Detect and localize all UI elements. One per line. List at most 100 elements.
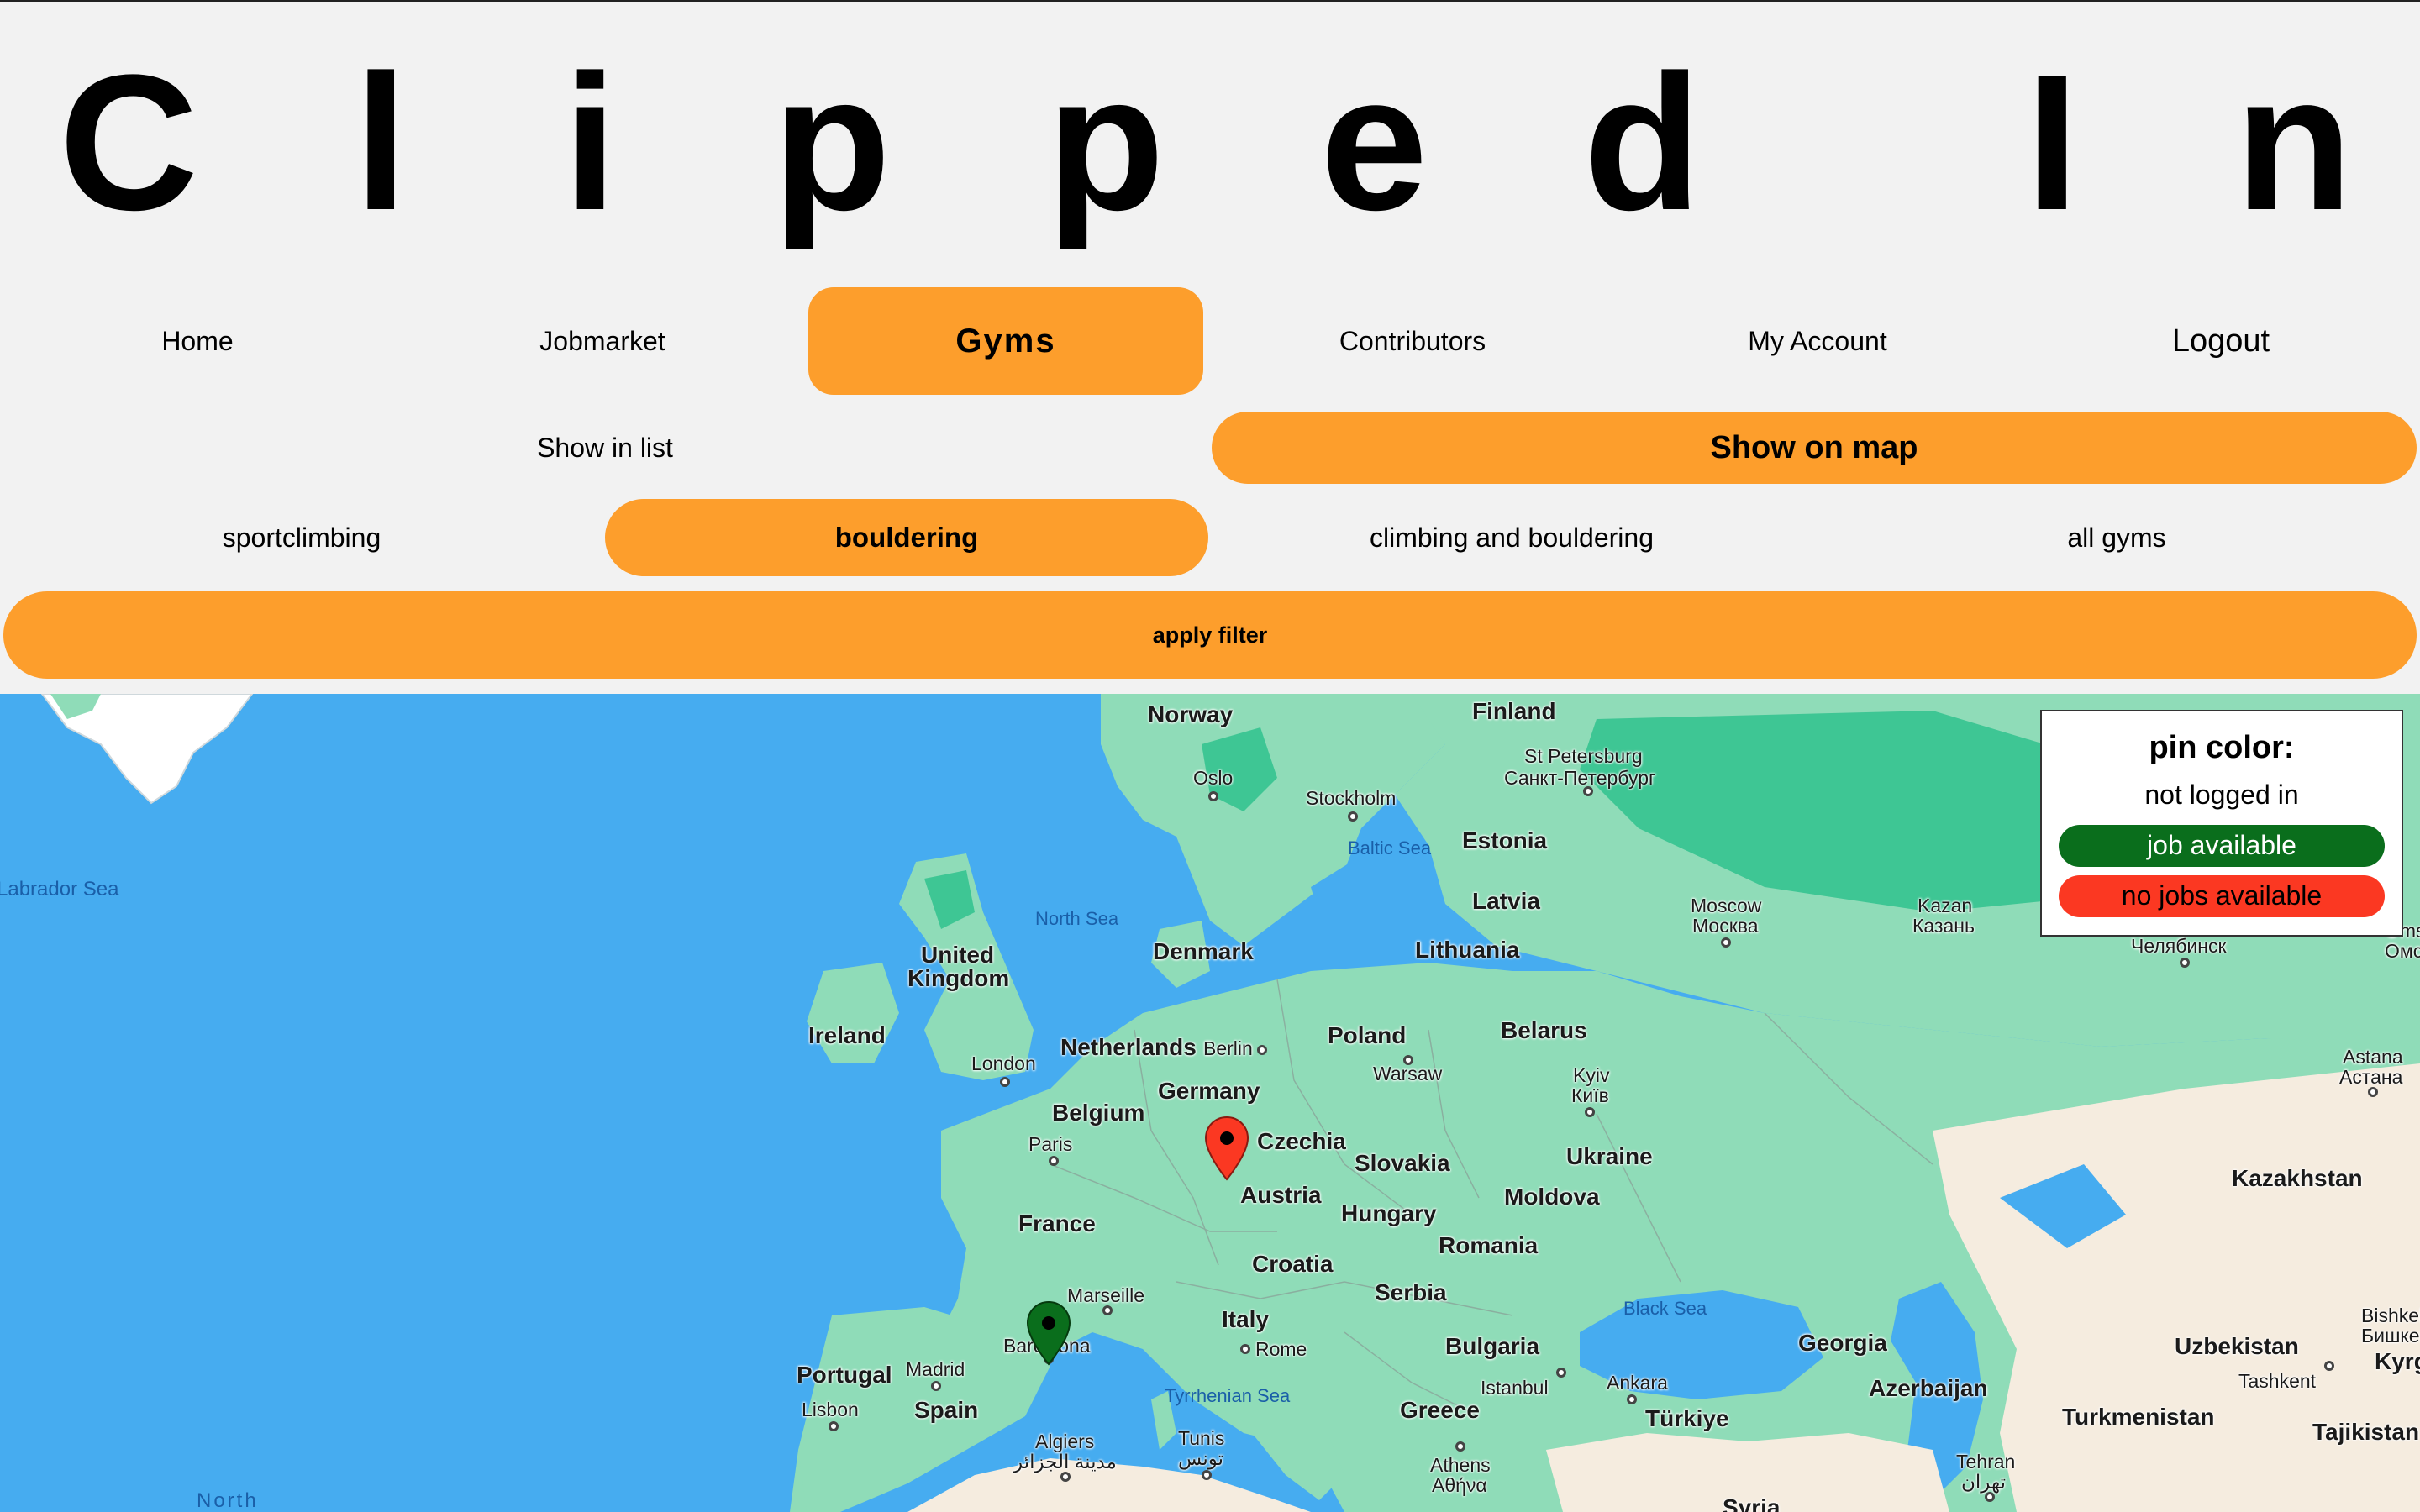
map-label-norway: Norway: [1148, 701, 1234, 727]
city-dot-tashkent: [2324, 1361, 2334, 1371]
map-label-lithuania: Lithuania: [1415, 937, 1520, 963]
city-dot-lisbon: [829, 1421, 839, 1431]
title-letter: I: [2025, 34, 2080, 250]
map-label-lisbon: Lisbon: [802, 1399, 859, 1420]
city-dot-chelyabinsk: [2180, 958, 2190, 968]
city-dot-istanbul: [1556, 1368, 1566, 1378]
filter-sportclimbing[interactable]: sportclimbing: [0, 499, 603, 576]
map-label-kazan: Kazan: [1918, 895, 1973, 916]
map-label-finland: Finland: [1472, 698, 1556, 724]
map-label-bulgaria: Bulgaria: [1445, 1333, 1540, 1359]
title-letter: i: [563, 34, 618, 250]
map-label-moldova: Moldova: [1504, 1184, 1600, 1210]
city-dot-stockholm: [1348, 811, 1358, 822]
city-dot-oslo: [1208, 791, 1218, 801]
map-label-paris: Paris: [1028, 1133, 1073, 1155]
map-label-istanbul: Istanbul: [1481, 1377, 1549, 1399]
map-label-spain: Spain: [914, 1397, 979, 1423]
legend-not-logged-in: not logged in: [2144, 780, 2299, 810]
map-label-tashkent: Tashkent: [2238, 1370, 2317, 1392]
map-label-italy: Italy: [1222, 1306, 1270, 1332]
map-label-baltic-sea: Baltic Sea: [1348, 837, 1432, 858]
map-label-portugal: Portugal: [797, 1362, 892, 1388]
show-in-list-button[interactable]: Show in list: [0, 412, 1210, 484]
map-label-austria: Austria: [1240, 1182, 1322, 1208]
title-letter: p: [772, 34, 892, 250]
map-label-uzbekistan: Uzbekistan: [2175, 1333, 2299, 1359]
map-label-labrador-sea: Labrador Sea: [0, 878, 119, 900]
map-label-kazakhstan: Kazakhstan: [2232, 1165, 2363, 1191]
pin-color-legend: pin color: not logged in job available n…: [2040, 710, 2403, 937]
map-label-madrid: Madrid: [906, 1358, 965, 1380]
pin-bouldering-gym-barcelona[interactable]: [1025, 1300, 1072, 1366]
map-label-slovakia: Slovakia: [1355, 1150, 1450, 1176]
filter-all-gyms[interactable]: all gyms: [1815, 499, 2418, 576]
map-label-stockholm: Stockholm: [1306, 787, 1397, 809]
map-label-st-petersburg: St Petersburg: [1524, 745, 1643, 767]
nav-gyms[interactable]: Gyms: [808, 287, 1203, 395]
city-dot-marseille: [1102, 1305, 1113, 1315]
city-dot-tunis: [1202, 1470, 1212, 1480]
city-dot-rome: [1240, 1344, 1250, 1354]
map-label-st-petersburg-ru: Санкт-Петербург: [1504, 767, 1656, 789]
map-label-tehran: Tehran: [1956, 1451, 2016, 1473]
map-label-belarus: Belarus: [1501, 1017, 1587, 1043]
map-label-marseille: Marseille: [1067, 1284, 1145, 1306]
city-dot-algiers: [1060, 1472, 1071, 1482]
map-label-oslo: Oslo: [1193, 767, 1234, 789]
map-label-serbia: Serbia: [1375, 1279, 1447, 1305]
title-letter: d: [1583, 34, 1702, 250]
map-label-kyrgyzstan: Kyrg: [2375, 1348, 2420, 1374]
show-on-map-button[interactable]: Show on map: [1212, 412, 2417, 484]
map-label-rome: Rome: [1255, 1338, 1307, 1360]
title-letter: C: [59, 34, 199, 250]
nav-my-account[interactable]: My Account: [1620, 287, 2015, 395]
legend-title: pin color:: [2149, 730, 2295, 765]
map-label-united-kingdom-line2: Kingdom: [908, 965, 1010, 991]
map-label-germany: Germany: [1158, 1078, 1260, 1104]
map-label-tunis-ar: تونس: [1178, 1447, 1224, 1469]
nav-logout[interactable]: Logout: [2023, 287, 2418, 395]
map-label-netherlands: Netherlands: [1060, 1034, 1197, 1060]
view-toggle: Show in list Show on map: [0, 412, 2420, 484]
map-label-astana: Astana: [2343, 1046, 2403, 1068]
map-label-omsk-ru: Омс: [2385, 940, 2420, 962]
nav-home[interactable]: Home: [0, 287, 395, 395]
map-label-turkiye: Türkiye: [1645, 1405, 1729, 1431]
map-label-syria: Syria: [1723, 1494, 1781, 1512]
city-dot-warsaw: [1403, 1055, 1413, 1065]
map-label-france: France: [1018, 1210, 1096, 1236]
site-title: C l i p p e d I n: [0, 42, 2420, 244]
map-label-tyrrhenian-sea: Tyrrhenian Sea: [1165, 1385, 1291, 1406]
title-letter: n: [2234, 34, 2354, 250]
map-label-athens: Athens: [1430, 1454, 1491, 1476]
map-label-athens-gr: Αθήνα: [1432, 1474, 1487, 1496]
map-label-ireland: Ireland: [808, 1022, 886, 1048]
map-label-kazan-ru: Казань: [1912, 915, 1975, 937]
map-label-tunis: Tunis: [1178, 1427, 1225, 1449]
title-letter: p: [1046, 34, 1165, 250]
city-dot-madrid: [931, 1381, 941, 1391]
top-border: [0, 0, 2420, 2]
pin-bouldering-gym-germany[interactable]: [1203, 1116, 1250, 1181]
city-dot-moscow: [1721, 937, 1731, 948]
map-label-czechia: Czechia: [1257, 1128, 1346, 1154]
map-label-berlin: Berlin: [1203, 1037, 1253, 1059]
filter-bouldering[interactable]: bouldering: [605, 499, 1208, 576]
title-letter: l: [354, 34, 408, 250]
filter-climbing-and-bouldering[interactable]: climbing and bouldering: [1210, 499, 1813, 576]
map-label-greece: Greece: [1400, 1397, 1480, 1423]
map-label-black-sea: Black Sea: [1623, 1298, 1707, 1319]
city-dot-berlin: [1257, 1045, 1267, 1055]
apply-filter-button[interactable]: apply filter: [3, 591, 2417, 679]
map-label-turkmenistan: Turkmenistan: [2062, 1404, 2215, 1430]
city-dot-kyiv: [1585, 1107, 1595, 1117]
map-label-chelyabinsk: Челябинск: [2131, 935, 2227, 957]
city-dot-tehran: [1985, 1492, 1995, 1502]
nav-contributors[interactable]: Contributors: [1215, 287, 1610, 395]
map-label-azerbaijan: Azerbaijan: [1869, 1375, 1988, 1401]
city-dot-london: [1000, 1077, 1010, 1087]
nav-jobmarket[interactable]: Jobmarket: [405, 287, 800, 395]
map-label-moscow: Moscow: [1691, 895, 1762, 916]
map-label-denmark: Denmark: [1153, 938, 1254, 964]
